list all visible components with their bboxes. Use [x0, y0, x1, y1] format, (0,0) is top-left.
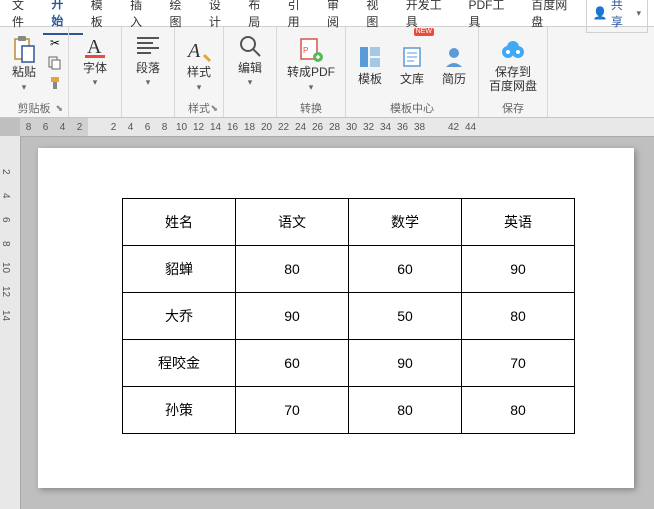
cell[interactable]: 80 [462, 293, 575, 340]
ruler-positive: 24681012141618202224262830323436384244 [88, 122, 479, 133]
cell[interactable]: 大乔 [123, 293, 236, 340]
chevron-down-icon: ▾ [309, 82, 314, 93]
table-row: 大乔 90 50 80 [123, 293, 575, 340]
cell[interactable]: 孙策 [123, 387, 236, 434]
cell[interactable]: 80 [349, 387, 462, 434]
chevron-down-icon: ▾ [637, 8, 642, 19]
cell[interactable]: 70 [462, 340, 575, 387]
cell[interactable]: 60 [236, 340, 349, 387]
resume-button[interactable]: 简历 [434, 30, 474, 99]
cell[interactable]: 70 [236, 387, 349, 434]
document-page[interactable]: 姓名 语文 数学 英语 貂蝉 80 60 90 大乔 90 50 80 程咬金 … [38, 148, 634, 488]
pdf-icon: P [297, 36, 325, 64]
font-label: 字体 [83, 62, 107, 75]
horizontal-ruler[interactable]: 8642 24681012141618202224262830323436384… [20, 118, 654, 137]
group-font: A 字体 ▾ [69, 27, 122, 117]
svg-text:A: A [87, 36, 102, 58]
table-header-row: 姓名 语文 数学 英语 [123, 199, 575, 246]
svg-text:P: P [303, 46, 308, 55]
cloud-icon [499, 36, 527, 64]
search-icon [236, 32, 264, 60]
share-icon: 👤 [593, 6, 608, 20]
library-icon [398, 43, 426, 71]
paragraph-icon [134, 32, 162, 60]
format-painter-button[interactable] [46, 74, 64, 92]
font-icon: A [81, 32, 109, 60]
paragraph-label: 段落 [136, 62, 160, 75]
editor-area: 8642 24681012141618202224262830323436384… [0, 118, 654, 509]
resume-label: 简历 [442, 73, 466, 86]
chevron-down-icon: ▾ [93, 77, 98, 88]
share-button[interactable]: 👤 共享 ▾ [586, 0, 648, 33]
library-label: 文库 [400, 73, 424, 86]
convert-pdf-button[interactable]: P 转成PDF ▾ [281, 30, 341, 99]
header-cell[interactable]: 英语 [462, 199, 575, 246]
template-center-group-label: 模板中心 [390, 100, 434, 116]
svg-text:A: A [186, 40, 201, 62]
cell[interactable]: 90 [349, 340, 462, 387]
new-badge: NEW [414, 28, 434, 36]
group-paragraph: 段落 ▾ [122, 27, 175, 117]
group-save: 保存到 百度网盘 保存 [479, 27, 548, 117]
copy-icon [48, 56, 62, 70]
group-clipboard: 粘贴 ▾ ✂ 剪贴板 ⬊ [0, 27, 69, 117]
table-row: 貂蝉 80 60 90 [123, 246, 575, 293]
template-label: 模板 [358, 73, 382, 86]
font-button[interactable]: A 字体 ▾ [75, 30, 115, 90]
paste-label: 粘贴 [12, 66, 36, 79]
style-group-label: 样式 [188, 100, 210, 116]
table-row: 程咬金 60 90 70 [123, 340, 575, 387]
paste-button[interactable]: 粘贴 ▾ [4, 30, 44, 99]
dialog-launcher-icon[interactable]: ⬊ [210, 103, 220, 116]
chevron-down-icon: ▾ [197, 82, 202, 93]
cut-button[interactable]: ✂ [46, 34, 64, 52]
save-group-label: 保存 [502, 100, 524, 116]
group-edit: 编辑 ▾ [224, 27, 277, 117]
save-cloud-label: 保存到 百度网盘 [489, 66, 537, 92]
cell[interactable]: 90 [236, 293, 349, 340]
save-cloud-button[interactable]: 保存到 百度网盘 [483, 30, 543, 99]
edit-button[interactable]: 编辑 ▾ [230, 30, 270, 90]
style-icon: A [185, 36, 213, 64]
style-label: 样式 [187, 66, 211, 79]
chevron-down-icon: ▾ [22, 82, 27, 93]
style-button[interactable]: A 样式 ▾ [179, 30, 219, 99]
vertical-ruler[interactable]: 2468101214 [0, 136, 21, 509]
ribbon: 粘贴 ▾ ✂ 剪贴板 ⬊ A 字体 ▾ 段落 ▾ [0, 27, 654, 118]
edit-label: 编辑 [238, 62, 262, 75]
table-row: 孙策 70 80 80 [123, 387, 575, 434]
chevron-down-icon: ▾ [146, 77, 151, 88]
brush-icon [48, 76, 62, 90]
group-convert: P 转成PDF ▾ 转换 [277, 27, 346, 117]
cell[interactable]: 60 [349, 246, 462, 293]
ruler-negative: 8642 [20, 118, 88, 136]
scissors-icon: ✂ [50, 36, 60, 50]
share-label: 共享 [611, 0, 634, 30]
clipboard-icon [10, 36, 38, 64]
header-cell[interactable]: 语文 [236, 199, 349, 246]
cell[interactable]: 貂蝉 [123, 246, 236, 293]
header-cell[interactable]: 姓名 [123, 199, 236, 246]
cell[interactable]: 50 [349, 293, 462, 340]
header-cell[interactable]: 数学 [349, 199, 462, 246]
template-button[interactable]: 模板 [350, 30, 390, 99]
template-icon [356, 43, 384, 71]
chevron-down-icon: ▾ [248, 77, 253, 88]
library-button[interactable]: NEW 文库 [392, 30, 432, 99]
convert-group-label: 转换 [300, 100, 322, 116]
cell[interactable]: 80 [236, 246, 349, 293]
group-template-center: 模板 NEW 文库 简历 模板中心 [346, 27, 479, 117]
copy-button[interactable] [46, 54, 64, 72]
paragraph-button[interactable]: 段落 ▾ [128, 30, 168, 90]
data-table[interactable]: 姓名 语文 数学 英语 貂蝉 80 60 90 大乔 90 50 80 程咬金 … [122, 198, 575, 434]
convert-pdf-label: 转成PDF [287, 66, 335, 79]
menu-bar: 文件 开始 模板 插入 绘图 设计 布局 引用 审阅 视图 开发工具 PDF工具… [0, 0, 654, 27]
group-style: A 样式 ▾ 样式⬊ [175, 27, 224, 117]
cell[interactable]: 程咬金 [123, 340, 236, 387]
dialog-launcher-icon[interactable]: ⬊ [55, 103, 65, 116]
cell[interactable]: 90 [462, 246, 575, 293]
resume-icon [440, 43, 468, 71]
clipboard-group-label: 剪贴板 [18, 100, 51, 116]
cell[interactable]: 80 [462, 387, 575, 434]
